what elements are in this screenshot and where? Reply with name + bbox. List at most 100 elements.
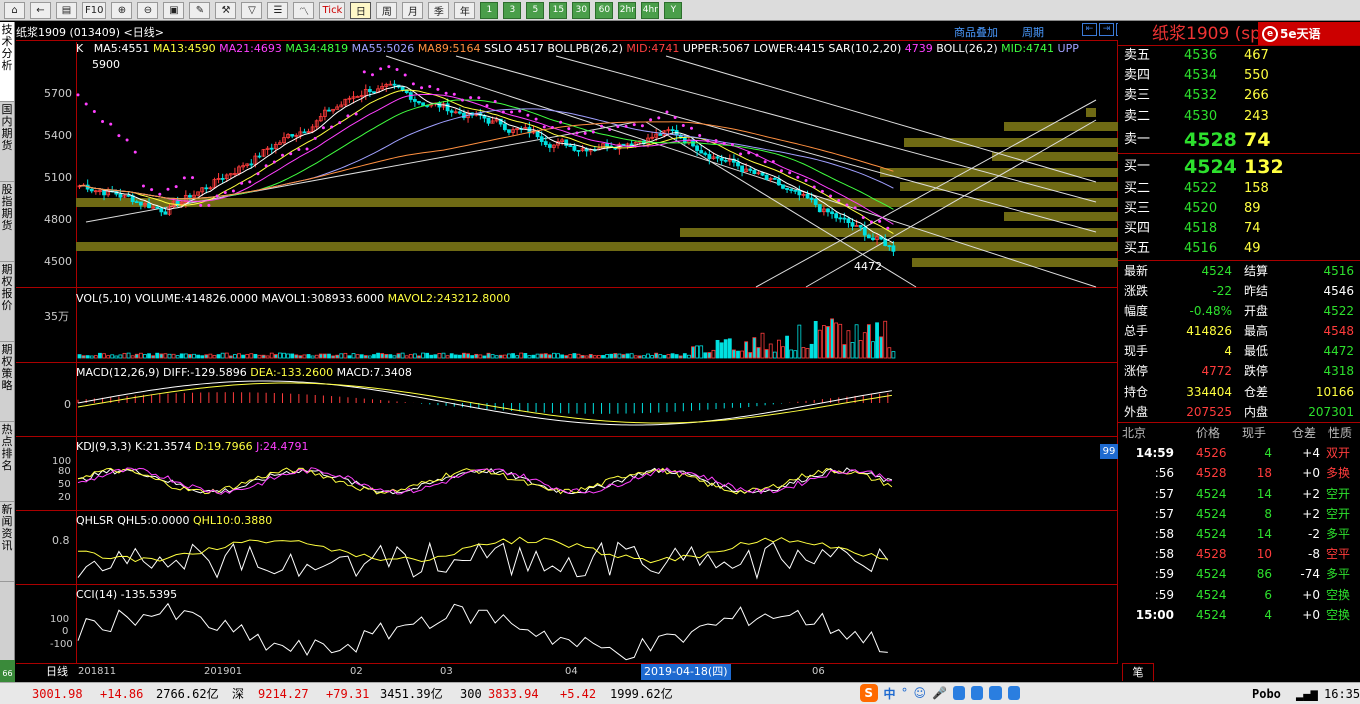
sogou-ime-icon[interactable]: S	[860, 684, 878, 702]
brand-name: 5e天语	[1280, 27, 1321, 41]
period-year-button[interactable]: 年	[454, 1, 476, 19]
hour-2-button[interactable]: 2hr	[618, 1, 637, 19]
zoom-in-icon[interactable]: ⊕	[111, 1, 133, 19]
punctuation-icon[interactable]: °	[902, 686, 908, 700]
tick-button[interactable]: Tick	[319, 1, 346, 19]
tick-volume: 4	[1264, 607, 1272, 622]
sidebar-item-index-futures[interactable]: 股指期货	[0, 182, 14, 262]
tick-time: :59	[1154, 587, 1174, 602]
volume-bar	[781, 346, 785, 359]
tick-oi-change: -2	[1308, 526, 1320, 541]
sar-dot	[158, 192, 162, 196]
volume-bar	[282, 352, 286, 359]
volume-bar	[143, 354, 147, 359]
zoom-out-icon[interactable]: ⊖	[137, 1, 159, 19]
order-book: 卖五 4536 467 卖四 4534 550 卖三 4532 266 卖二 4530 243 …	[1118, 46, 1360, 260]
chart-icon[interactable]: 〽	[293, 1, 315, 19]
pencil-icon[interactable]: ✎	[189, 1, 211, 19]
date-tick: 03	[440, 666, 453, 677]
volume-bar	[294, 354, 299, 359]
sidebar-item-hot-rank[interactable]: 热点排名	[0, 422, 14, 502]
stat-value: 4472	[1323, 344, 1354, 359]
period-month-button[interactable]: 月	[402, 1, 424, 19]
qhl5-value: QHL5:0.0000	[117, 514, 190, 527]
volume-bar	[98, 352, 102, 359]
minute-30-button[interactable]: 30	[572, 1, 591, 19]
minute-5-button[interactable]: 5	[526, 1, 545, 19]
f10-icon[interactable]: F10	[82, 1, 107, 19]
volume-bar	[425, 352, 430, 359]
sidebar-item-news[interactable]: 新闻资讯	[0, 502, 14, 582]
tick-tab[interactable]: 笔	[1122, 663, 1154, 681]
sidebar-item-domestic-futures[interactable]: 国内期货	[0, 102, 14, 182]
sidebar-item-technical[interactable]: 技术分析	[0, 22, 14, 102]
candle-body	[862, 226, 867, 236]
stat-label: 总手	[1124, 324, 1149, 339]
volume-bar	[633, 355, 638, 359]
custom-period-button[interactable]: Y	[664, 1, 683, 19]
emoji-icon[interactable]: ☺	[914, 686, 927, 700]
back-icon[interactable]: ←	[30, 1, 51, 19]
sar-dot	[264, 164, 268, 168]
candle-body	[719, 157, 724, 161]
ask-price: 4536	[1184, 48, 1218, 63]
candle-body	[695, 145, 699, 151]
volume-bar	[183, 353, 188, 359]
mavol1-value: MAVOL1:308933.6000	[261, 292, 385, 305]
sar-dot	[722, 142, 726, 146]
stat-row: 现手 4 最低 4472	[1118, 341, 1360, 361]
sar-dot	[600, 124, 604, 128]
minute-60-button[interactable]: 60	[595, 1, 614, 19]
kdj-tick: 80	[58, 466, 71, 477]
minute-3-button[interactable]: 3	[503, 1, 522, 19]
report-icon[interactable]: ▤	[56, 1, 77, 19]
brand-label: Pobo	[1252, 687, 1281, 701]
period-quarter-button[interactable]: 季	[428, 1, 450, 19]
list-icon[interactable]: ☰	[267, 1, 289, 19]
sar-dot	[452, 92, 456, 96]
sar-dot	[305, 147, 309, 151]
funnel-icon[interactable]: ▽	[241, 1, 263, 19]
kdj-badge[interactable]: 99	[1100, 444, 1118, 459]
volume-bar	[412, 353, 417, 359]
volume-bar	[462, 352, 466, 359]
tools-icon[interactable]	[989, 686, 1002, 700]
stat-label: 内盘	[1244, 404, 1269, 419]
candle-body	[764, 174, 769, 180]
kdj-tick: 50	[58, 479, 71, 490]
mic-icon[interactable]: 🎤	[932, 686, 947, 700]
home-icon[interactable]: ⌂	[4, 1, 25, 19]
tick-row: :59 4524 6 +0 空换	[1118, 585, 1360, 605]
ask-volume: 467	[1244, 48, 1269, 63]
hour-4-button[interactable]: 4hr	[641, 1, 660, 19]
menu-icon[interactable]	[1007, 686, 1020, 700]
ime-mode[interactable]: 中	[884, 685, 896, 702]
skin-icon[interactable]	[971, 686, 984, 700]
period-week-button[interactable]: 周	[376, 1, 398, 19]
sar-dot	[387, 65, 391, 69]
kline-chart-area[interactable]: 纸浆1909 (013409) <日线> 商品叠加 周期 ⇤ ⇥ ⊡ 5700	[16, 22, 1131, 665]
candle-body	[163, 211, 168, 215]
volume-bar	[678, 355, 683, 359]
window-icon[interactable]: ▣	[163, 1, 185, 19]
volume-bar	[482, 355, 487, 359]
csi300-change: +5.42	[560, 687, 597, 701]
stat-label: 幅度	[1124, 303, 1149, 318]
sidebar-item-option-strategy[interactable]: 期权策略	[0, 342, 14, 422]
period-day-button[interactable]: 日	[350, 1, 372, 19]
bollpb-label: BOLLPB(26,2)	[547, 42, 623, 55]
j-value: J:24.4791	[256, 440, 309, 453]
tick-row: :59 4524 86 -74 多平	[1118, 564, 1360, 584]
minute-15-button[interactable]: 15	[549, 1, 568, 19]
keyboard-icon[interactable]	[952, 686, 966, 700]
minute-1-button[interactable]: 1	[480, 1, 499, 19]
candle-body	[457, 111, 462, 114]
sidebar-item-option-quotes[interactable]: 期权报价	[0, 262, 14, 342]
sar-dot	[706, 139, 710, 143]
tools-icon[interactable]: ⚒	[215, 1, 237, 19]
candle-body	[805, 193, 810, 199]
sar-dot	[141, 184, 145, 188]
sh-index-amount: 2766.62亿	[156, 687, 219, 701]
stat-row: 涨停 4772 跌停 4318	[1118, 361, 1360, 381]
volume-bar	[417, 355, 421, 359]
